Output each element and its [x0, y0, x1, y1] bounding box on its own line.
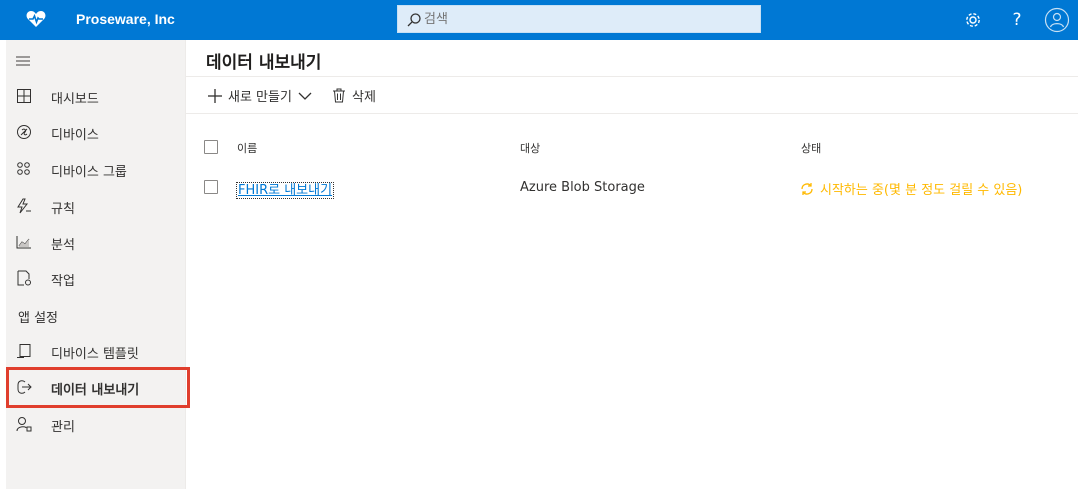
- delete-button-label: 삭제: [352, 90, 376, 105]
- active-indicator: [6, 378, 9, 396]
- sidebar-item-label: 관리: [51, 420, 75, 435]
- export-status: 시작하는 중(몇 분 정도 걸릴 수 있음): [800, 179, 1022, 198]
- app-settings-section-label: 앱 설정: [18, 311, 59, 326]
- sidebar-item-rules[interactable]: 규칙: [6, 191, 186, 221]
- settings-icon[interactable]: [962, 9, 984, 31]
- sidebar-item-devices[interactable]: 디바이스: [6, 117, 186, 147]
- rules-icon: [16, 198, 32, 214]
- brand-name[interactable]: Proseware, Inc: [76, 11, 175, 27]
- column-header-status[interactable]: 상태: [801, 140, 821, 156]
- sidebar-item-data-export[interactable]: 데이터 내보내기: [6, 372, 186, 402]
- sidebar-item-administration[interactable]: 관리: [6, 409, 186, 439]
- sidebar-item-device-groups[interactable]: 디바이스 그룹: [6, 154, 186, 184]
- search-icon: [406, 12, 422, 28]
- top-bar: Proseware, Inc ?: [0, 0, 1078, 40]
- chevron-down-icon: [298, 92, 312, 100]
- command-bar: 새로 만들기 삭제: [186, 76, 1078, 114]
- heart-pulse-logo-icon: [26, 10, 46, 28]
- search-input[interactable]: [424, 10, 744, 28]
- sidebar-item-dashboard[interactable]: 대시보드: [6, 81, 186, 111]
- select-all-checkbox[interactable]: [204, 140, 218, 154]
- sidebar-item-label: 데이터 내보내기: [51, 383, 140, 398]
- sidebar: 대시보드 디바이스 디바이스 그룹 규칙 분석 작업 앱 설정 디바이스 템플릿…: [6, 40, 190, 489]
- account-icon[interactable]: [1044, 7, 1070, 33]
- trash-icon: [333, 88, 345, 103]
- sidebar-item-label: 분석: [51, 238, 75, 253]
- export-target: Azure Blob Storage: [520, 180, 645, 195]
- sidebar-item-label: 디바이스 템플릿: [51, 347, 139, 362]
- sync-icon: [801, 182, 813, 195]
- data-export-icon: [16, 379, 32, 395]
- search-box[interactable]: [397, 5, 761, 33]
- sidebar-item-device-templates[interactable]: 디바이스 템플릿: [6, 336, 186, 366]
- sidebar-item-label: 작업: [51, 274, 75, 289]
- help-icon[interactable]: ?: [1006, 9, 1028, 31]
- row-checkbox[interactable]: [204, 180, 218, 194]
- hamburger-menu-icon[interactable]: [16, 54, 32, 68]
- devices-icon: [16, 124, 32, 140]
- dashboard-icon: [16, 88, 32, 104]
- column-header-name[interactable]: 이름: [237, 140, 257, 156]
- delete-button[interactable]: 삭제: [332, 86, 376, 105]
- column-header-target[interactable]: 대상: [520, 140, 540, 156]
- plus-icon: [208, 88, 222, 103]
- sidebar-item-label: 대시보드: [51, 92, 99, 107]
- device-groups-icon: [16, 161, 32, 177]
- sidebar-item-analytics[interactable]: 분석: [6, 227, 186, 257]
- new-button[interactable]: 새로 만들기: [208, 86, 312, 105]
- analytics-icon: [16, 234, 32, 250]
- sidebar-item-label: 디바이스 그룹: [51, 165, 127, 180]
- sidebar-item-label: 디바이스: [51, 128, 99, 143]
- new-button-label: 새로 만들기: [228, 90, 292, 105]
- jobs-icon: [16, 270, 32, 286]
- device-template-icon: [16, 343, 32, 359]
- page-title: 데이터 내보내기: [206, 53, 322, 73]
- sidebar-item-label: 규칙: [51, 202, 75, 217]
- sidebar-item-jobs[interactable]: 작업: [6, 263, 186, 293]
- status-text: 시작하는 중(몇 분 정도 걸릴 수 있음): [820, 183, 1023, 198]
- export-name-link[interactable]: FHIR로 내보내기: [236, 182, 335, 199]
- admin-icon: [16, 416, 32, 432]
